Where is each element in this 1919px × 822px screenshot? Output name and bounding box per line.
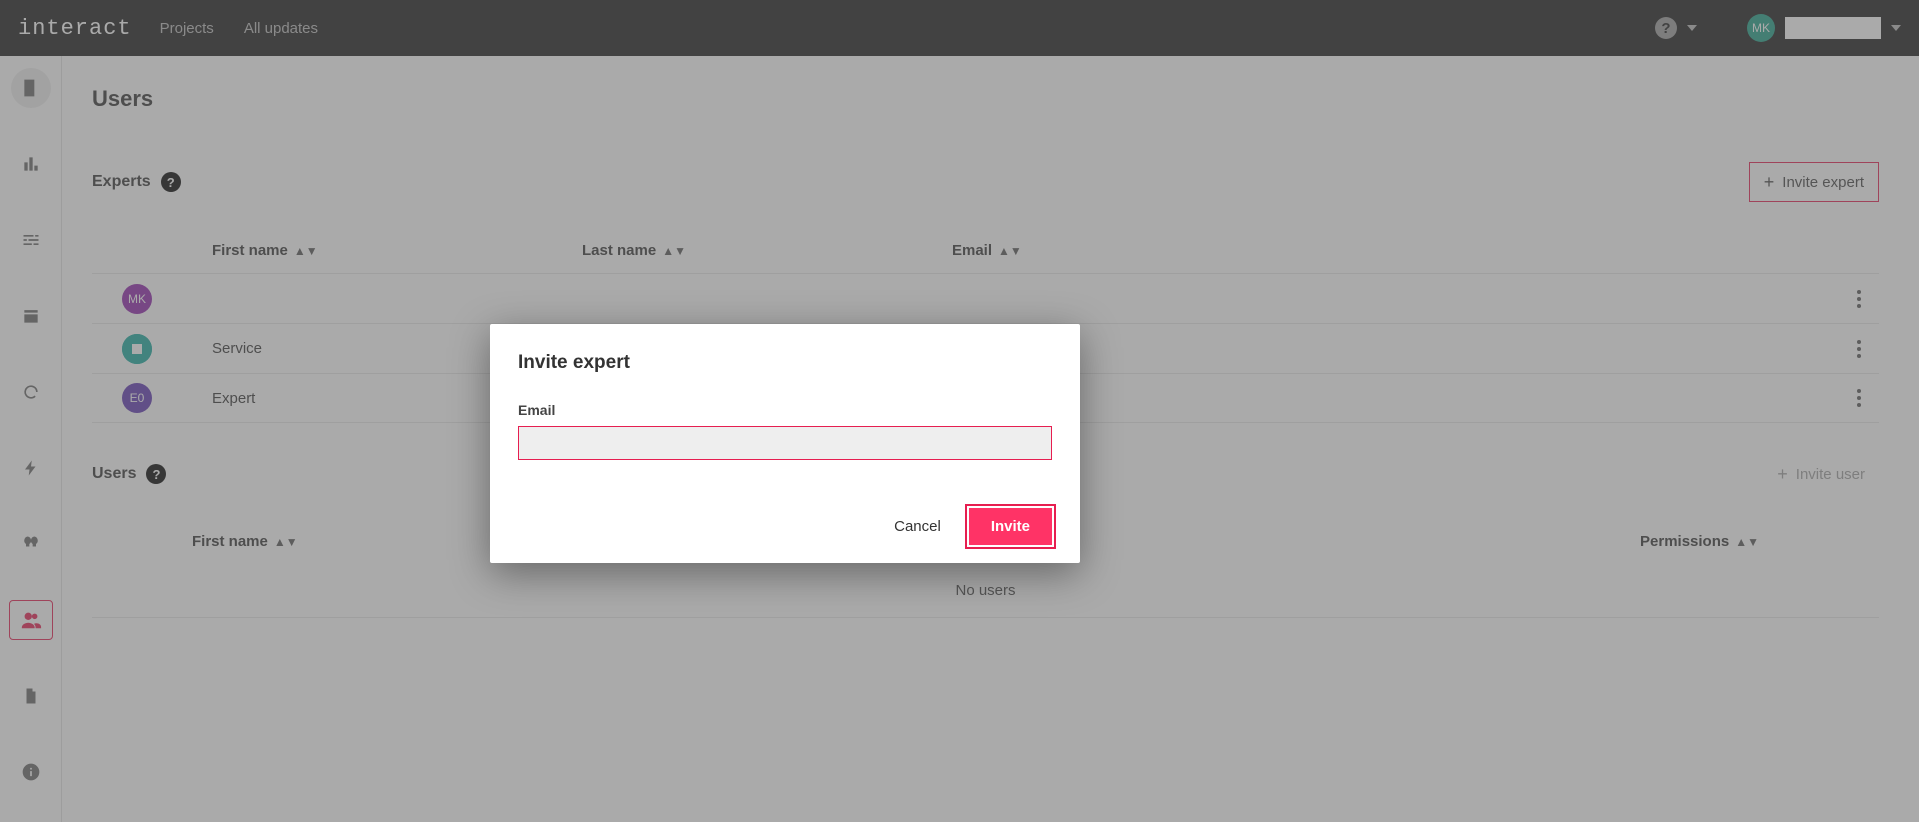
email-input[interactable] bbox=[518, 426, 1052, 460]
invite-button[interactable]: Invite bbox=[969, 508, 1052, 545]
cancel-button[interactable]: Cancel bbox=[888, 508, 947, 545]
modal-title: Invite expert bbox=[518, 352, 1052, 374]
invite-expert-modal: Invite expert Email Cancel Invite bbox=[490, 324, 1080, 563]
modal-actions: Cancel Invite bbox=[518, 508, 1052, 545]
email-label: Email bbox=[518, 402, 1052, 418]
